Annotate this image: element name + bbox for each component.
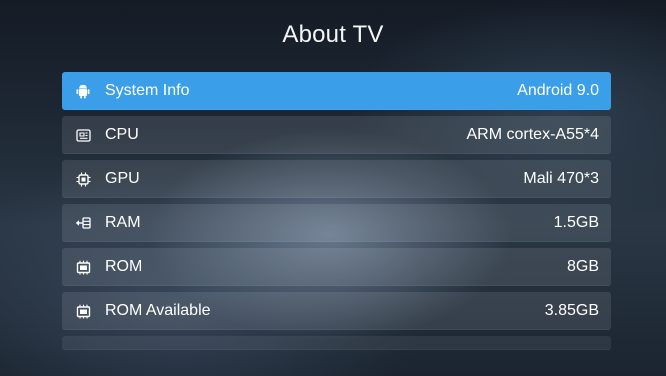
info-list: System Info Android 9.0 CPU ARM cortex-A… <box>62 72 611 350</box>
row-value: Mali 470*3 <box>523 170 599 187</box>
row-value: ARM cortex-A55*4 <box>466 126 600 143</box>
rom-icon <box>75 303 91 319</box>
list-item-cpu[interactable]: CPU ARM cortex-A55*4 <box>62 116 611 154</box>
chip-icon <box>75 171 91 187</box>
row-label: ROM <box>105 258 143 275</box>
row-value: 8GB <box>566 258 599 275</box>
cpu-icon <box>75 127 91 143</box>
list-item-rom[interactable]: ROM 8GB <box>62 248 611 286</box>
list-item-ram[interactable]: RAM 1.5GB <box>62 204 611 242</box>
ram-icon <box>75 215 91 231</box>
list-item-partial[interactable] <box>62 336 611 350</box>
row-label: RAM <box>105 214 141 231</box>
list-item-rom-available[interactable]: ROM Available 3.85GB <box>62 292 611 330</box>
row-value: 1.5GB <box>553 214 599 231</box>
list-item-system-info[interactable]: System Info Android 9.0 <box>62 72 611 110</box>
row-label: GPU <box>105 170 140 187</box>
row-value: Android 9.0 <box>517 82 599 99</box>
row-label: ROM Available <box>105 302 211 319</box>
row-label: CPU <box>105 126 139 143</box>
row-label: System Info <box>105 82 190 99</box>
list-item-gpu[interactable]: GPU Mali 470*3 <box>62 160 611 198</box>
page-title: About TV <box>282 21 384 48</box>
row-value: 3.85GB <box>544 302 599 319</box>
android-icon <box>75 83 91 99</box>
rom-icon <box>75 259 91 275</box>
